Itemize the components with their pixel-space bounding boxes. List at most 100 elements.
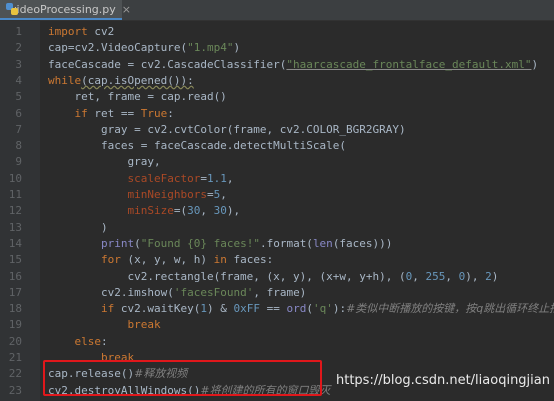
tab-videoprocessing[interactable]: videoProcessing.py × <box>0 0 131 20</box>
line-number: 8 <box>15 139 22 153</box>
code-token: "1.mp4" <box>187 41 234 55</box>
code-token: "haarcascade_frontalface_default.xml" <box>286 57 532 71</box>
code-token: cv2 <box>87 25 115 38</box>
code-line: 3 faceCascade = cv2.CascadeClassifier("ha… <box>0 56 554 74</box>
code-editor[interactable]: 1 import cv2 2 cap=cv2.VideoCapture("1.mp4"… <box>0 21 554 401</box>
code-line: 5 ret, frame = cap.read() <box>0 88 554 106</box>
code-token: (cap.isOpened()): <box>81 73 194 87</box>
code-line: 9 gray, <box>0 153 554 171</box>
code-text: gray = cv2.cvtColor(frame, cv2.COLOR_BGR… <box>48 121 406 139</box>
code-token: else <box>74 334 102 348</box>
code-token: ) & <box>206 302 234 316</box>
line-number: 4 <box>15 73 22 87</box>
line-number: 18 <box>8 302 22 316</box>
line-number: 7 <box>15 122 22 136</box>
code-token: cv2.waitKey( <box>114 302 201 316</box>
code-line: 8 faces = faceCascade.detectMultiScale( <box>0 137 554 155</box>
code-line: 17 cv2.imshow('facesFound', frame) <box>0 284 554 302</box>
code-token: minNeighbors <box>127 188 207 201</box>
line-number: 21 <box>8 351 22 364</box>
line-number: 11 <box>8 188 22 201</box>
editor-tab-bar: videoProcessing.py × <box>0 0 554 21</box>
line-number: 5 <box>15 90 22 104</box>
code-token: , <box>226 171 234 185</box>
code-token: 'q' <box>312 302 333 316</box>
code-text: for (x, y, w, h) in faces: <box>48 251 273 269</box>
code-text: import cv2 <box>48 23 114 41</box>
code-line: 15 for (x, y, w, h) in faces: <box>0 251 554 269</box>
code-text: faces = faceCascade.detectMultiScale( <box>48 137 346 155</box>
code-text: while(cap.isOpened()): <box>48 72 194 90</box>
line-number: 6 <box>15 106 22 120</box>
code-token: 30 <box>213 204 227 218</box>
code-token: while <box>48 73 82 87</box>
line-number: 2 <box>15 41 22 55</box>
close-icon[interactable]: × <box>122 3 131 16</box>
code-token: if <box>74 106 88 120</box>
code-token: 0xFF <box>233 302 260 316</box>
code-text: minNeighbors=5, <box>48 186 226 204</box>
code-token: 1.1 <box>206 171 227 185</box>
code-token: len <box>312 236 333 250</box>
code-text: if cv2.waitKey(1) & 0xFF == ord('q'):#类似… <box>48 300 554 318</box>
code-token: , <box>200 204 214 218</box>
line-number: 14 <box>8 236 22 250</box>
code-token: for <box>100 253 121 267</box>
code-token: cap=cv2.VideoCapture( <box>48 41 188 55</box>
code-text: minSize=(30, 30), <box>48 202 240 220</box>
code-token: = <box>206 188 214 201</box>
code-token: ( <box>306 302 313 316</box>
code-token: 1 <box>200 302 207 316</box>
code-token: ), <box>465 269 486 283</box>
code-line: 7 gray = cv2.cvtColor(frame, cv2.COLOR_B… <box>0 121 554 139</box>
code-text: cv2.imshow('facesFound', frame) <box>48 284 306 302</box>
code-token: print <box>100 236 135 250</box>
code-text: print("Found {0} faces!".format(len(face… <box>48 235 392 253</box>
code-line: 6 if ret == True: <box>0 105 554 123</box>
code-line: 16 cv2.rectangle(frame, (x, y), (x+w, y+… <box>0 268 554 286</box>
code-token: minSize <box>127 204 174 218</box>
line-number: 19 <box>8 318 22 332</box>
code-line: 19 break <box>0 316 554 334</box>
code-token: ret == <box>87 106 141 120</box>
code-line: 18 if cv2.waitKey(1) & 0xFF == ord('q'):… <box>0 300 554 318</box>
code-token: =( <box>173 204 188 218</box>
code-line: 2 cap=cv2.VideoCapture("1.mp4") <box>0 39 554 57</box>
line-number: 17 <box>8 285 22 299</box>
code-text: if ret == True: <box>48 105 174 123</box>
code-line: 20 else: <box>0 333 554 351</box>
line-number: 20 <box>8 334 22 348</box>
tab-label: videoProcessing.py <box>10 2 116 16</box>
line-number: 3 <box>15 57 22 71</box>
code-text: faceCascade = cv2.CascadeClassifier("haa… <box>48 56 538 74</box>
code-token: == <box>259 302 287 316</box>
code-token: 'facesFound' <box>173 285 254 299</box>
watermark: https://blog.csdn.net/liaoqingjian <box>336 373 550 388</box>
code-token: .format( <box>259 236 313 250</box>
code-token: ) <box>48 220 108 234</box>
line-number: 15 <box>8 253 22 267</box>
code-line: 1 import cv2 <box>0 23 554 41</box>
code-token: : <box>167 106 174 120</box>
code-token: gray = cv2.cvtColor(frame, cv2.COLOR_BGR… <box>48 122 406 136</box>
code-token: scaleFactor <box>127 171 201 185</box>
code-token: cv2.imshow( <box>48 285 174 299</box>
code-token: "Found {0} faces!" <box>140 236 260 250</box>
code-token: faces = faceCascade.detectMultiScale( <box>48 139 347 153</box>
line-number: 13 <box>8 220 22 234</box>
code-token: 2 <box>485 269 492 283</box>
code-token: faceCascade = cv2.CascadeClassifier( <box>48 57 287 71</box>
highlight-box <box>43 360 322 396</box>
code-token: , <box>445 269 459 283</box>
code-token: faces: <box>226 253 274 267</box>
code-token: if <box>100 302 115 316</box>
code-token: 255 <box>425 269 446 283</box>
code-text: scaleFactor=1.1, <box>48 170 233 188</box>
code-line: 14 print("Found {0} faces!".format(len(f… <box>0 235 554 253</box>
keyword-token: import <box>48 25 88 38</box>
code-token: 30 <box>187 204 201 218</box>
